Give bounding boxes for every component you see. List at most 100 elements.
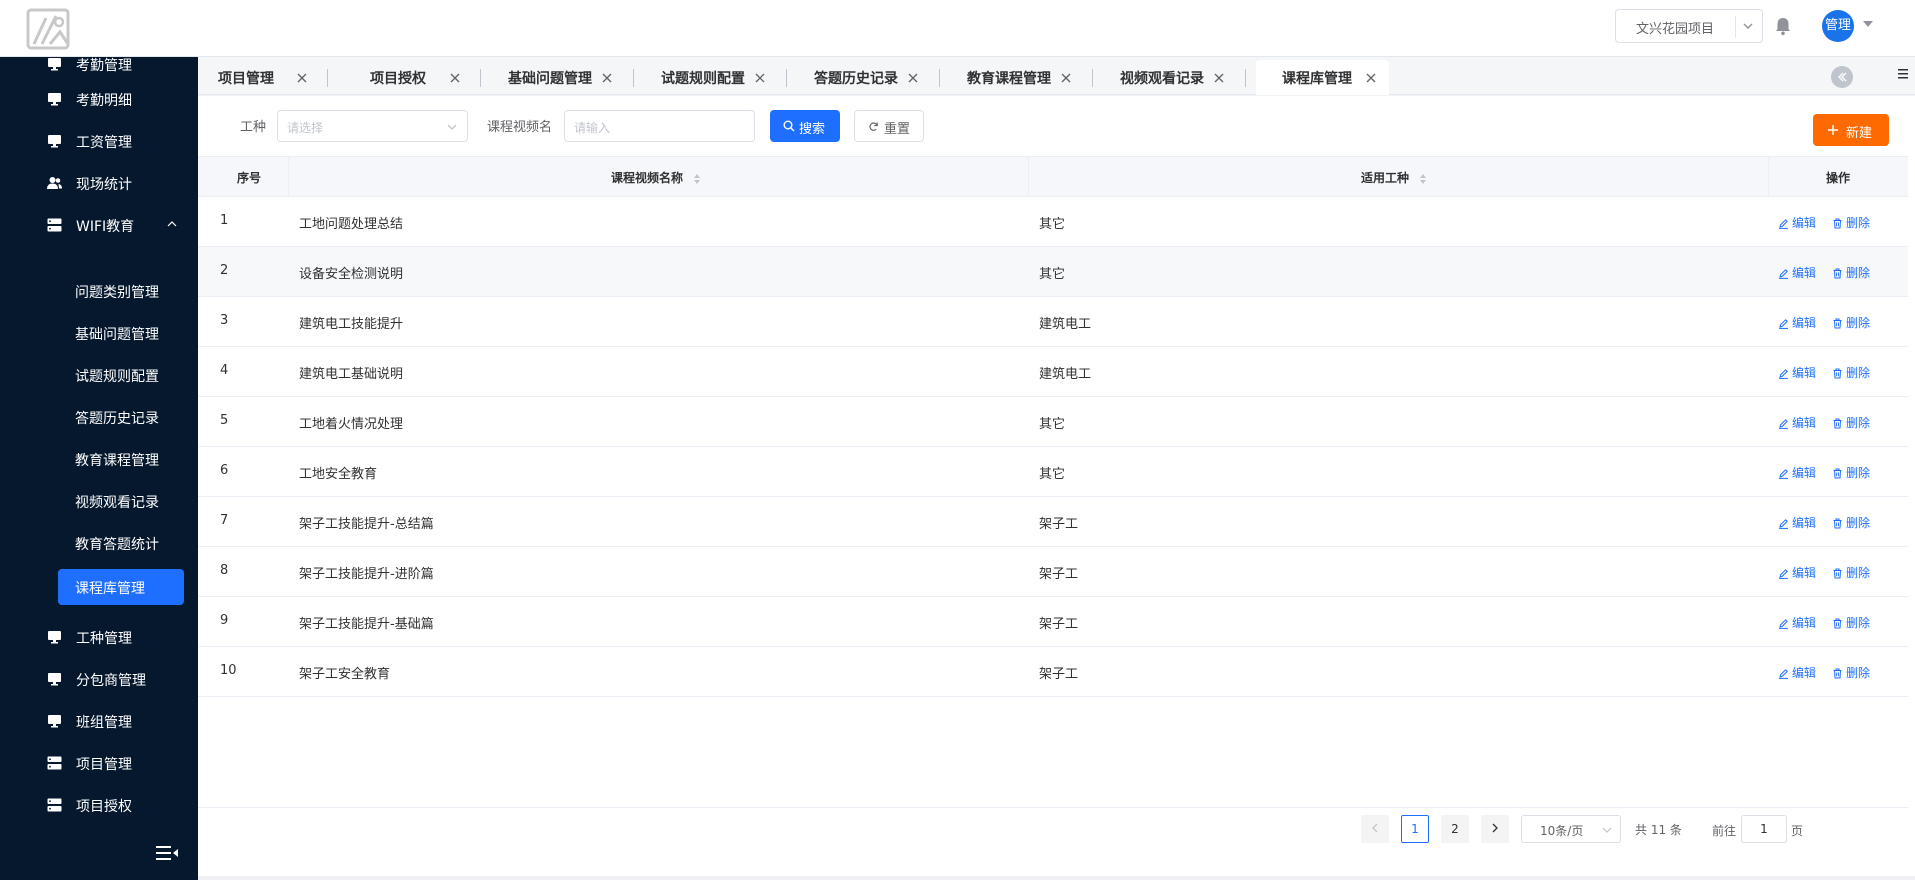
close-icon[interactable] bbox=[755, 73, 765, 83]
sidebar-subitem-answer-stats[interactable]: 教育答题统计 bbox=[58, 525, 184, 561]
delete-link[interactable]: 删除 bbox=[1832, 314, 1870, 331]
sidebar-item-subcontractor[interactable]: 分包商管理 bbox=[0, 658, 198, 700]
edit-link[interactable]: 编辑 bbox=[1778, 414, 1816, 431]
tabs-menu-icon[interactable] bbox=[1897, 68, 1909, 80]
monitor-icon bbox=[48, 631, 61, 644]
page-button-2[interactable]: 2 bbox=[1441, 815, 1469, 843]
new-button[interactable]: 新建 bbox=[1813, 114, 1889, 146]
table-row: 9 架子工技能提升-基础篇 架子工 编辑 删除 bbox=[198, 597, 1908, 647]
video-name-input[interactable]: 请输入 bbox=[564, 110, 755, 142]
delete-link[interactable]: 删除 bbox=[1832, 564, 1870, 581]
sidebar-subitem-basic-question[interactable]: 基础问题管理 bbox=[58, 315, 184, 351]
close-icon[interactable] bbox=[1366, 73, 1376, 83]
trash-icon bbox=[1833, 218, 1842, 229]
sidebar-item-project-auth[interactable]: 项目授权 bbox=[0, 784, 198, 826]
close-icon[interactable] bbox=[450, 73, 460, 83]
edit-link[interactable]: 编辑 bbox=[1778, 664, 1816, 681]
delete-link[interactable]: 删除 bbox=[1832, 614, 1870, 631]
avatar-caret-icon[interactable] bbox=[1863, 21, 1873, 27]
edit-icon bbox=[1779, 669, 1788, 679]
tab-course-management[interactable]: 教育课程管理 bbox=[940, 60, 1093, 95]
edit-link[interactable]: 编辑 bbox=[1778, 564, 1816, 581]
header-type-sortable[interactable]: 适用工种 bbox=[1361, 169, 1427, 186]
top-bar: 文兴花园项目 管理 bbox=[0, 0, 1915, 57]
prev-page-button[interactable] bbox=[1361, 815, 1389, 843]
header-name-sortable[interactable]: 课程视频名称 bbox=[611, 169, 701, 186]
tab-label: 教育课程管理 bbox=[967, 71, 1051, 87]
next-page-button[interactable] bbox=[1481, 815, 1509, 843]
edit-link[interactable]: 编辑 bbox=[1778, 514, 1816, 531]
tab-video-records[interactable]: 视频观看记录 bbox=[1093, 60, 1246, 95]
sidebar-subitem-question-category[interactable]: 问题类别管理 bbox=[58, 273, 184, 309]
edit-link[interactable]: 编辑 bbox=[1778, 464, 1816, 481]
sidebar-item-team[interactable]: 班组管理 bbox=[0, 700, 198, 742]
delete-link[interactable]: 删除 bbox=[1832, 514, 1870, 531]
menu-collapse-icon[interactable] bbox=[155, 844, 179, 862]
sidebar-subitem-video-records[interactable]: 视频观看记录 bbox=[58, 483, 184, 519]
tab-exam-rules[interactable]: 试题规则配置 bbox=[634, 60, 787, 95]
search-button[interactable]: 搜索 bbox=[770, 110, 840, 142]
sidebar-item-salary[interactable]: 工资管理 bbox=[0, 120, 198, 162]
sidebar-subitem-exam-rules[interactable]: 试题规则配置 bbox=[58, 357, 184, 393]
page-size-select[interactable]: 10条/页 bbox=[1521, 815, 1621, 843]
close-icon[interactable] bbox=[1061, 73, 1071, 83]
delete-link[interactable]: 删除 bbox=[1832, 364, 1870, 381]
close-icon[interactable] bbox=[297, 73, 307, 83]
tab-project-auth[interactable]: 项目授权 bbox=[328, 60, 481, 95]
sidebar-subitem-answer-history[interactable]: 答题历史记录 bbox=[58, 399, 184, 435]
work-type-select[interactable]: 请选择 bbox=[277, 110, 468, 142]
edit-link-label: 编辑 bbox=[1792, 216, 1817, 230]
cell-index: 6 bbox=[220, 463, 229, 478]
edit-icon bbox=[1779, 369, 1788, 379]
page-button-1[interactable]: 1 bbox=[1401, 815, 1429, 843]
edit-link[interactable]: 编辑 bbox=[1778, 314, 1816, 331]
table-bottom-border bbox=[198, 807, 1908, 808]
plus-icon bbox=[1828, 125, 1838, 135]
delete-link[interactable]: 删除 bbox=[1832, 264, 1870, 281]
sidebar-subitem-course-library[interactable]: 课程库管理 bbox=[58, 569, 184, 605]
refresh-icon bbox=[869, 122, 878, 131]
close-icon[interactable] bbox=[908, 73, 918, 83]
delete-link[interactable]: 删除 bbox=[1832, 664, 1870, 681]
tab-scroll-left-button[interactable] bbox=[1831, 66, 1853, 88]
project-select[interactable]: 文兴花园项目 bbox=[1615, 9, 1763, 43]
server-icon bbox=[47, 218, 62, 232]
trash-icon bbox=[1833, 568, 1842, 579]
delete-link[interactable]: 删除 bbox=[1832, 464, 1870, 481]
cell-index: 1 bbox=[220, 213, 229, 228]
close-icon[interactable] bbox=[602, 73, 612, 83]
new-button-label: 新建 bbox=[1846, 126, 1873, 141]
reset-button[interactable]: 重置 bbox=[854, 110, 924, 142]
sidebar-item-site-stats[interactable]: 现场统计 bbox=[0, 162, 198, 204]
sidebar-item-wifi-education[interactable]: WIFI教育 bbox=[0, 204, 198, 246]
tab-answer-history[interactable]: 答题历史记录 bbox=[787, 60, 940, 95]
table-row: 5 工地着火情况处理 其它 编辑 删除 bbox=[198, 397, 1908, 447]
sidebar-item-label: 工种管理 bbox=[76, 631, 132, 647]
goto-page-input[interactable]: 1 bbox=[1741, 815, 1787, 843]
sidebar-item-label: 项目管理 bbox=[76, 757, 132, 773]
tab-course-library[interactable]: 课程库管理 bbox=[1256, 60, 1389, 95]
cell-work-type: 其它 bbox=[1039, 417, 1066, 432]
edit-link-label: 编辑 bbox=[1792, 666, 1817, 680]
sidebar-subitem-course-management[interactable]: 教育课程管理 bbox=[58, 441, 184, 477]
sidebar-item-project[interactable]: 项目管理 bbox=[0, 742, 198, 784]
sidebar-item-work-type[interactable]: 工种管理 bbox=[0, 616, 198, 658]
edit-link[interactable]: 编辑 bbox=[1778, 214, 1816, 231]
cell-course-name: 架子工技能提升-总结篇 bbox=[299, 517, 434, 532]
sidebar-item-attendance-detail[interactable]: 考勤明细 bbox=[0, 78, 198, 120]
tab-label: 答题历史记录 bbox=[814, 71, 898, 87]
edit-link[interactable]: 编辑 bbox=[1778, 264, 1816, 281]
tab-project-management[interactable]: 项目管理 bbox=[198, 60, 328, 95]
chevron-down-icon bbox=[447, 124, 457, 130]
delete-link[interactable]: 删除 bbox=[1832, 214, 1870, 231]
delete-link[interactable]: 删除 bbox=[1832, 414, 1870, 431]
tab-label: 项目管理 bbox=[218, 71, 274, 87]
sidebar-item-label: 项目授权 bbox=[76, 799, 132, 815]
bell-icon[interactable] bbox=[1772, 15, 1794, 37]
edit-link[interactable]: 编辑 bbox=[1778, 614, 1816, 631]
avatar[interactable]: 管理 bbox=[1822, 10, 1854, 42]
tab-basic-question[interactable]: 基础问题管理 bbox=[481, 60, 634, 95]
close-icon[interactable] bbox=[1214, 73, 1224, 83]
edit-link[interactable]: 编辑 bbox=[1778, 364, 1816, 381]
edit-link-label: 编辑 bbox=[1792, 316, 1817, 330]
